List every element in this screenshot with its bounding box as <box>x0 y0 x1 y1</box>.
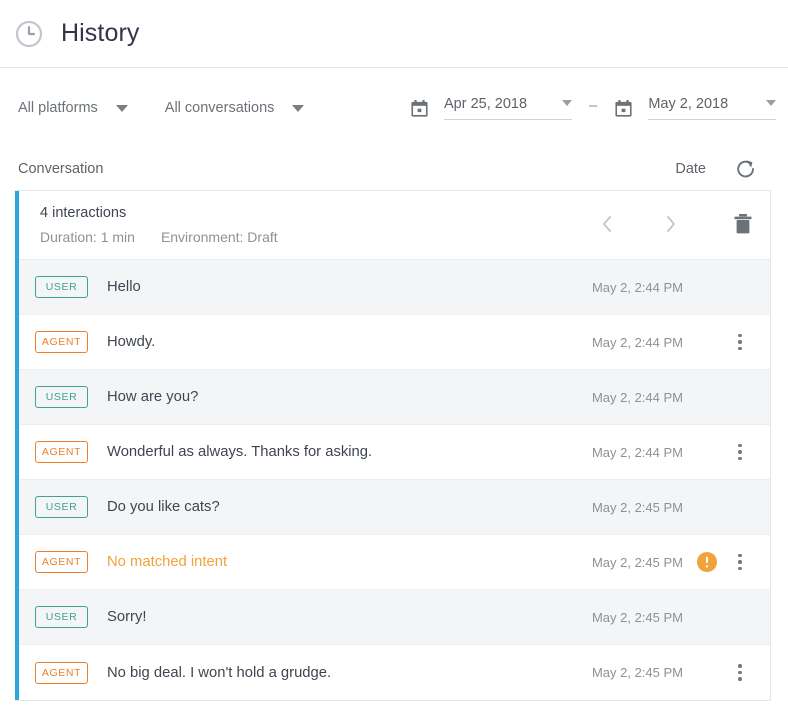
platform-filter-label: All platforms <box>18 100 98 116</box>
message-row[interactable]: USER How are you?May 2, 2:44 PM <box>15 370 770 425</box>
role-badge-agent: AGENT <box>35 662 88 684</box>
platform-filter-dropdown[interactable]: All platforms <box>18 100 128 116</box>
message-text: Do you like cats? <box>107 499 592 515</box>
message-text: No matched intent <box>107 554 592 570</box>
start-date-picker[interactable]: Apr 25, 2018 <box>410 96 572 120</box>
message-text: Howdy. <box>107 334 592 350</box>
role-badge-user: USER <box>35 496 88 518</box>
interactions-count: 4 interactions <box>40 205 592 221</box>
role-badge-agent: AGENT <box>35 331 88 353</box>
conversation-card: 4 interactions Duration: 1 min Environme… <box>15 190 771 701</box>
chevron-right-icon <box>664 214 678 234</box>
end-date-value: May 2, 2018 <box>648 96 728 112</box>
role-badge-user: USER <box>35 276 88 298</box>
message-row[interactable]: USER Sorry!May 2, 2:45 PM <box>15 590 770 645</box>
refresh-icon[interactable] <box>734 157 758 181</box>
conversation-actions <box>592 205 770 239</box>
role-badge-agent: AGENT <box>35 441 88 463</box>
message-timestamp: May 2, 2:44 PM <box>592 445 683 460</box>
calendar-icon <box>410 99 429 118</box>
warning-icon[interactable] <box>697 552 717 572</box>
start-date-value: Apr 25, 2018 <box>444 96 527 112</box>
message-timestamp: May 2, 2:45 PM <box>592 610 683 625</box>
role-badge-user: USER <box>35 606 88 628</box>
end-date-field[interactable]: May 2, 2018 <box>648 96 776 120</box>
date-range-separator: – <box>589 97 597 120</box>
conversation-environment: Environment: Draft <box>161 229 278 245</box>
message-row[interactable]: AGENT No matched intentMay 2, 2:45 PM <box>15 535 770 590</box>
conversation-summary-texts: 4 interactions Duration: 1 min Environme… <box>40 205 592 245</box>
page-header: History <box>0 0 788 68</box>
message-text: How are you? <box>107 389 592 405</box>
conversation-filter-label: All conversations <box>165 100 275 116</box>
end-date-picker[interactable]: May 2, 2018 <box>614 96 776 120</box>
message-timestamp: May 2, 2:45 PM <box>592 665 683 680</box>
chevron-down-icon <box>292 105 304 112</box>
chevron-down-icon <box>766 100 776 106</box>
message-text: Hello <box>107 279 592 295</box>
message-list: USERHelloMay 2, 2:44 PMAGENTHowdy.May 2,… <box>15 260 770 700</box>
more-options-icon[interactable] <box>731 329 749 355</box>
page-title: History <box>61 21 139 46</box>
date-range-group: Apr 25, 2018 – May 2, 2018 <box>410 96 776 120</box>
conversation-filter-dropdown[interactable]: All conversations <box>165 100 305 116</box>
table-header-row: Conversation Date <box>0 148 788 190</box>
column-header-date[interactable]: Date <box>675 161 706 177</box>
role-badge-agent: AGENT <box>35 551 88 573</box>
chevron-left-icon <box>600 214 614 234</box>
message-row[interactable]: AGENT Howdy.May 2, 2:44 PM <box>15 315 770 370</box>
message-row[interactable]: AGENT No big deal. I won't hold a grudge.… <box>15 645 770 700</box>
message-timestamp: May 2, 2:45 PM <box>592 555 683 570</box>
message-text: No big deal. I won't hold a grudge. <box>107 665 592 681</box>
message-text: Wonderful as always. Thanks for asking. <box>107 444 592 460</box>
filter-bar: All platforms All conversations Apr 25, … <box>0 68 788 148</box>
calendar-icon <box>614 99 633 118</box>
next-conversation-button[interactable] <box>656 209 686 239</box>
more-options-icon[interactable] <box>731 660 749 686</box>
more-options-icon[interactable] <box>731 549 749 575</box>
message-timestamp: May 2, 2:44 PM <box>592 335 683 350</box>
conversation-duration: Duration: 1 min <box>40 229 135 245</box>
conversation-summary[interactable]: 4 interactions Duration: 1 min Environme… <box>15 191 770 260</box>
message-row[interactable]: AGENT Wonderful as always. Thanks for ask… <box>15 425 770 480</box>
chevron-down-icon <box>562 100 572 106</box>
conversation-accent-bar <box>15 191 19 700</box>
start-date-field[interactable]: Apr 25, 2018 <box>444 96 572 120</box>
message-timestamp: May 2, 2:45 PM <box>592 500 683 515</box>
chevron-down-icon <box>116 105 128 112</box>
conversation-meta: Duration: 1 min Environment: Draft <box>40 229 592 245</box>
message-timestamp: May 2, 2:44 PM <box>592 280 683 295</box>
message-row[interactable]: USER Do you like cats?May 2, 2:45 PM <box>15 480 770 535</box>
message-text: Sorry! <box>107 609 592 625</box>
trash-icon[interactable] <box>730 211 756 237</box>
clock-icon <box>14 19 44 49</box>
role-badge-user: USER <box>35 386 88 408</box>
column-header-conversation: Conversation <box>18 161 103 177</box>
more-options-icon[interactable] <box>731 439 749 465</box>
message-row[interactable]: USER HelloMay 2, 2:44 PM <box>15 260 770 315</box>
message-timestamp: May 2, 2:44 PM <box>592 390 683 405</box>
previous-conversation-button[interactable] <box>592 209 622 239</box>
